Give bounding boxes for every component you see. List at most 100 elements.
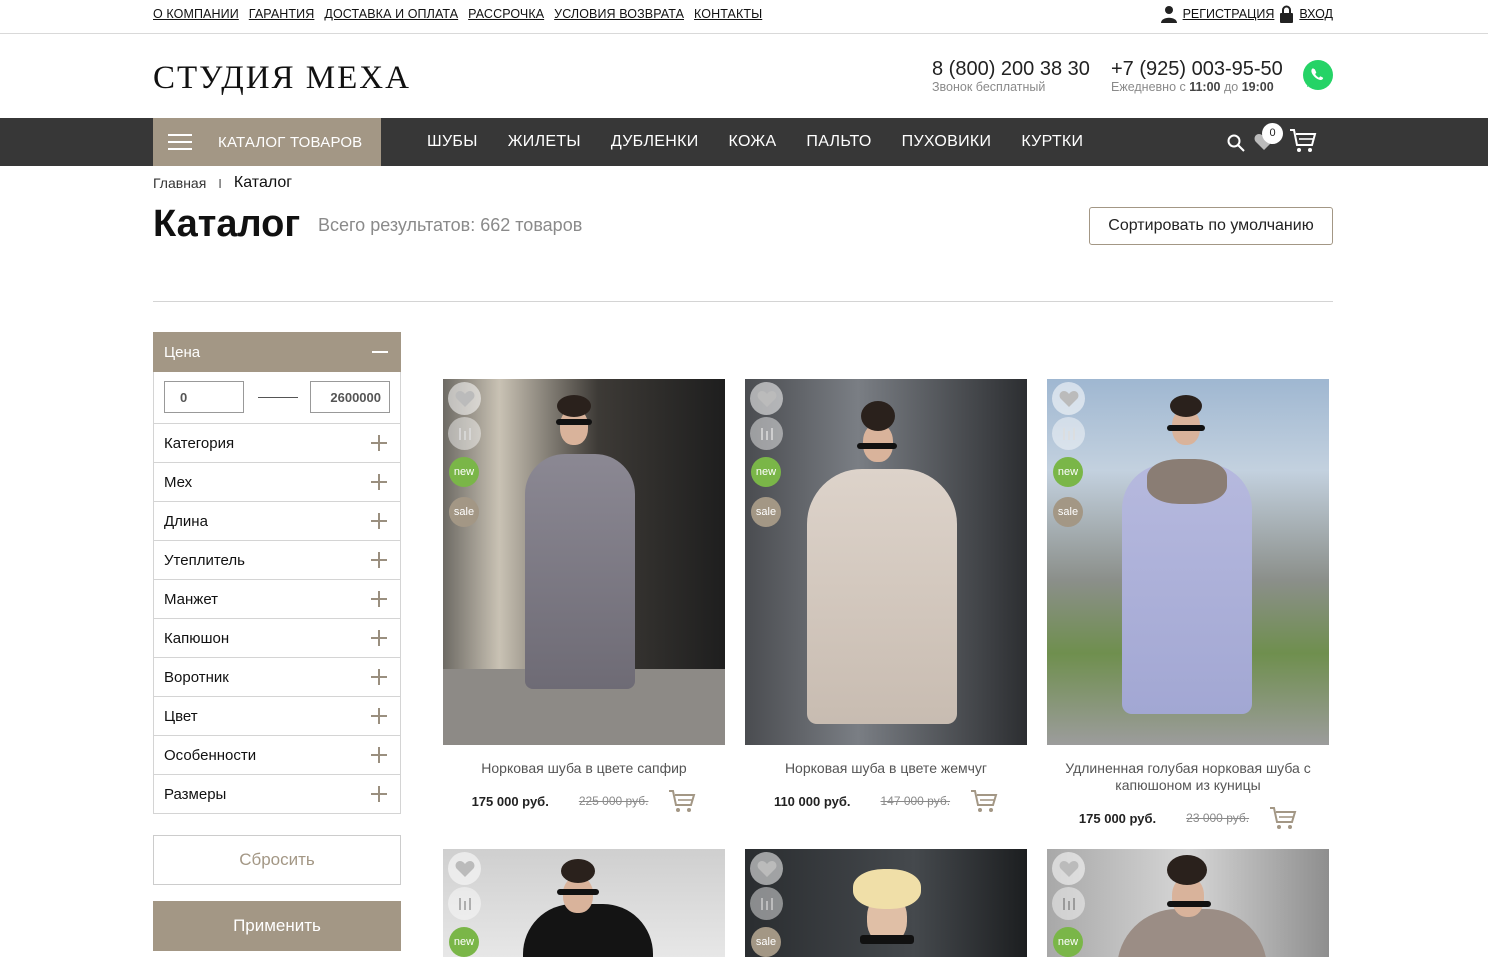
reset-filter-button[interactable]: Сбросить [153,835,401,885]
collapse-icon[interactable] [372,351,388,353]
plus-icon[interactable] [371,513,387,529]
plus-icon[interactable] [371,552,387,568]
nav-link-fur-coats[interactable]: ШУБЫ [427,133,478,151]
compare-toggle[interactable] [1052,417,1085,450]
compare-toggle[interactable] [750,887,783,920]
top-bar: О КОМПАНИИ ГАРАНТИЯ ДОСТАВКА И ОПЛАТА РА… [0,0,1488,34]
filter-section-fur[interactable]: Мех [153,463,401,502]
product-card[interactable]: new [443,849,725,957]
filter-section-insulation[interactable]: Утеплитель [153,541,401,580]
product-card[interactable]: new [1047,849,1329,957]
product-card[interactable]: sale [745,849,1027,957]
nav-link-coats[interactable]: ПАЛЬТО [806,133,871,151]
favorite-toggle[interactable] [750,382,783,415]
product-photo[interactable]: new [1047,849,1329,957]
product-photo[interactable]: new sale [745,379,1027,745]
price-row: 110 000 руб. 147 000 руб. [745,789,1027,813]
price-from-input[interactable] [164,381,244,413]
compare-toggle[interactable] [750,417,783,450]
favorite-toggle[interactable] [1052,382,1085,415]
product-photo[interactable]: new sale [443,379,725,745]
compare-toggle[interactable] [1052,887,1085,920]
whatsapp-icon[interactable] [1302,59,1334,91]
compare-icon [458,897,471,910]
compare-icon [1062,427,1075,440]
product-card[interactable]: new sale Норковая шуба в цвете жемчуг 11… [745,379,1027,813]
results-count: Всего результатов: 662 товаров [318,215,583,235]
top-link-about[interactable]: О КОМПАНИИ [153,7,239,21]
apply-filter-button[interactable]: Применить [153,901,401,951]
sale-badge: sale [1053,497,1083,527]
login-link[interactable]: ВХОД [1299,7,1333,21]
price-to-input[interactable] [310,381,390,413]
price-row: 175 000 руб. 23 000 руб. [1047,806,1329,830]
catalog-button[interactable]: КАТАЛОГ ТОВАРОВ [153,118,381,166]
breadcrumb-home[interactable]: Главная [153,175,206,191]
product-photo[interactable]: new [443,849,725,957]
compare-icon [760,427,773,440]
compare-toggle[interactable] [448,887,481,920]
filter-section-collar[interactable]: Воротник [153,658,401,697]
product-name[interactable]: Удлиненная голубая норковая шуба с капюш… [1047,760,1329,794]
filter-section-length[interactable]: Длина [153,502,401,541]
product-card[interactable]: new sale Норковая шуба в цвете сапфир 17… [443,379,725,813]
add-to-cart-icon[interactable] [668,789,696,813]
plus-icon[interactable] [371,786,387,802]
new-badge: new [751,457,781,487]
favorite-toggle[interactable] [750,852,783,885]
product-price: 175 000 руб. [471,793,549,809]
product-photo[interactable]: new sale [1047,379,1329,745]
phone-number[interactable]: 8 (800) 200 38 30 [932,58,1090,81]
search-icon[interactable] [1227,134,1245,152]
product-name[interactable]: Норковая шуба в цвете жемчуг [745,760,1027,777]
top-link-returns[interactable]: УСЛОВИЯ ВОЗВРАТА [554,7,684,21]
favorite-toggle[interactable] [1052,852,1085,885]
compare-icon [1062,897,1075,910]
product-photo[interactable]: sale [745,849,1027,957]
top-link-installments[interactable]: РАССРОЧКА [468,7,544,21]
sort-dropdown[interactable]: Сортировать по умолчанию [1089,207,1333,245]
filter-section-color[interactable]: Цвет [153,697,401,736]
product-card[interactable]: new sale Удлиненная голубая норковая шуб… [1047,379,1329,830]
plus-icon[interactable] [371,747,387,763]
filter-section-features[interactable]: Особенности [153,736,401,775]
filter-section-cuff[interactable]: Манжет [153,580,401,619]
sale-badge: sale [751,927,781,957]
register-link[interactable]: РЕГИСТРАЦИЯ [1183,7,1275,21]
nav-link-leather[interactable]: КОЖА [729,133,777,151]
filter-section-category[interactable]: Категория [153,424,401,463]
plus-icon[interactable] [371,435,387,451]
top-link-contacts[interactable]: КОНТАКТЫ [694,7,762,21]
plus-icon[interactable] [371,591,387,607]
filter-section-hood[interactable]: Капюшон [153,619,401,658]
nav-link-jackets[interactable]: КУРТКИ [1021,133,1083,151]
phone-number[interactable]: +7 (925) 003-95-50 [1111,58,1283,81]
site-logo[interactable]: СТУДИЯ МЕХА [153,60,411,97]
page-title: Каталог [153,203,301,245]
nav-link-vests[interactable]: ЖИЛЕТЫ [508,133,581,151]
product-price: 110 000 руб. [773,793,851,809]
favorite-toggle[interactable] [448,382,481,415]
filter-panel: Цена Категория Мех Длина Утеплитель Манж… [153,332,401,814]
top-link-delivery[interactable]: ДОСТАВКА И ОПЛАТА [324,7,458,21]
filter-section-sizes[interactable]: Размеры [153,775,401,814]
category-links: ШУБЫ ЖИЛЕТЫ ДУБЛЕНКИ КОЖА ПАЛЬТО ПУХОВИК… [427,118,1083,166]
filter-price-label: Цена [164,343,201,361]
lock-icon [1280,5,1294,23]
nav-link-down-jackets[interactable]: ПУХОВИКИ [902,133,992,151]
range-dash [258,397,298,398]
plus-icon[interactable] [371,669,387,685]
cart-icon[interactable] [1289,128,1317,154]
nav-link-sheepskin[interactable]: ДУБЛЕНКИ [611,133,699,151]
favorite-toggle[interactable] [448,852,481,885]
add-to-cart-icon[interactable] [1269,806,1297,830]
plus-icon[interactable] [371,630,387,646]
plus-icon[interactable] [371,708,387,724]
filter-price-header[interactable]: Цена [153,332,401,372]
plus-icon[interactable] [371,474,387,490]
top-link-guarantee[interactable]: ГАРАНТИЯ [249,7,315,21]
compare-toggle[interactable] [448,417,481,450]
new-badge: new [1053,927,1083,957]
product-name[interactable]: Норковая шуба в цвете сапфир [443,760,725,777]
add-to-cart-icon[interactable] [970,789,998,813]
